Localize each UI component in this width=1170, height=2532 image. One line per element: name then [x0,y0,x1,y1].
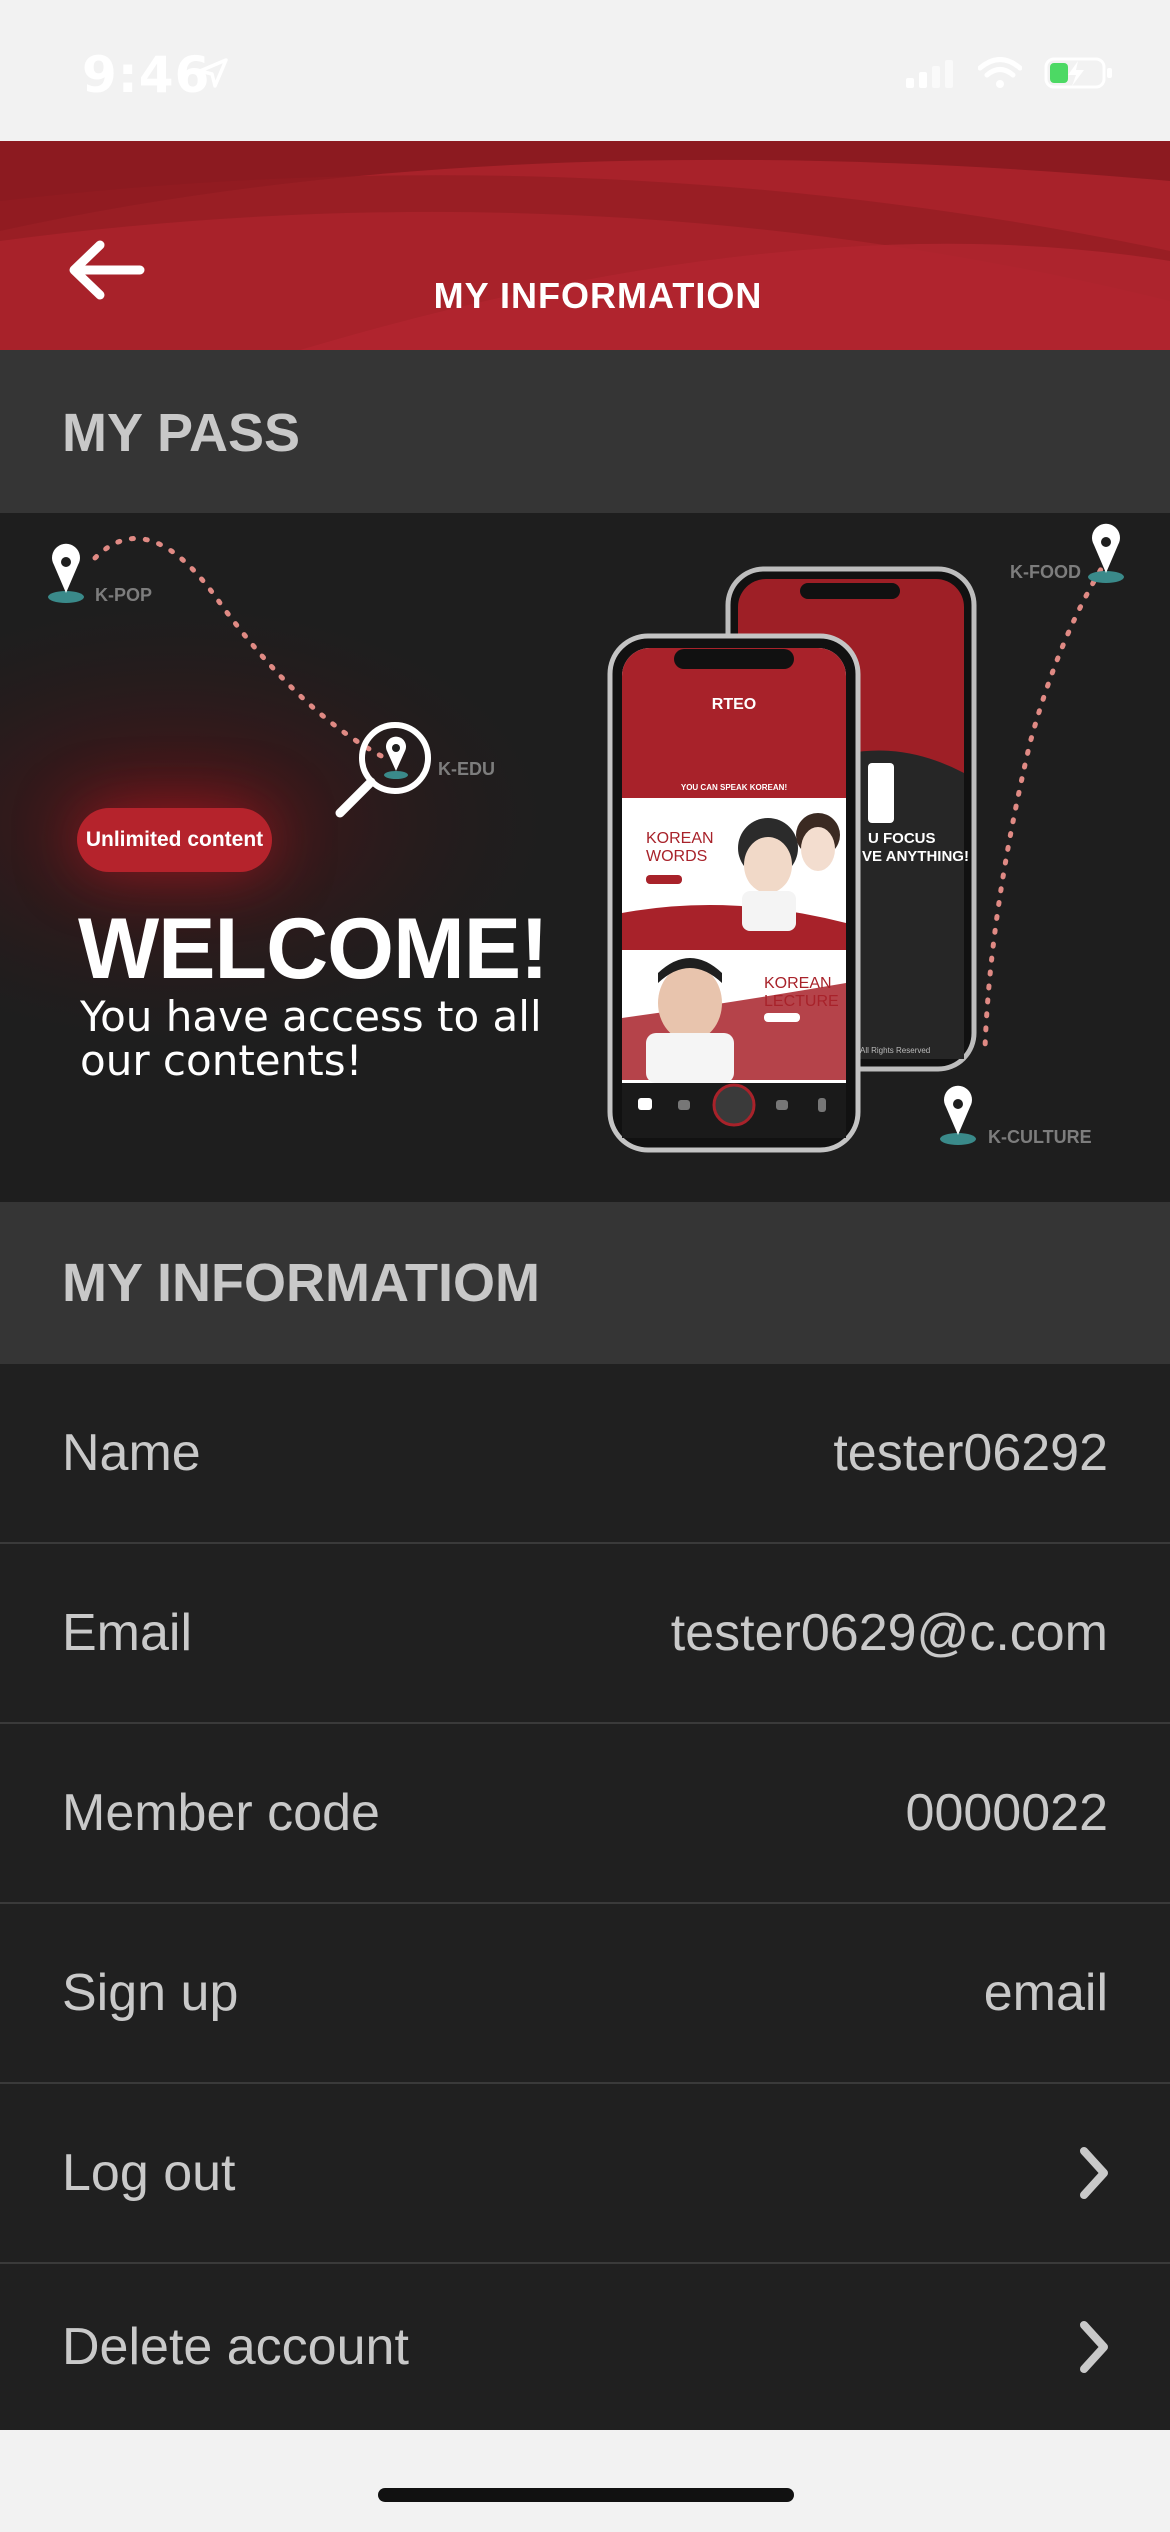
location-arrow-icon [198,58,228,88]
page-title: MY INFORMATION [433,275,763,316]
cellular-signal-icon [906,60,953,88]
email-label: Email [62,1604,193,1662]
delete-account-label: Delete account [62,2318,409,2376]
logout-row[interactable]: Log out [0,2084,1170,2264]
svg-text:KOREAN: KOREAN [646,830,714,847]
signup-row: Sign up email [0,1904,1170,2084]
signup-value: email [983,1964,1108,2022]
chevron-right-icon [1080,2321,1108,2373]
kedu-label: K-EDU [438,759,495,779]
app-header: MY INFORMATION [0,141,1170,350]
status-bar: 9:46 [0,0,1170,141]
svg-text:All Rights Reserved: All Rights Reserved [860,1046,930,1055]
member-code-row: Member code 0000022 [0,1724,1170,1904]
svg-text:VE ANYTHING!: VE ANYTHING! [862,848,969,865]
email-row: Email tester0629@c.com [0,1544,1170,1724]
status-time: 9:46 [82,46,211,104]
member-code-label: Member code [62,1784,380,1842]
kculture-label: K-CULTURE [988,1127,1092,1147]
info-list: Name tester06292 Email tester0629@c.com … [0,1364,1170,2430]
wifi-icon [978,57,1022,88]
chevron-right-icon [1080,2147,1108,2199]
name-label: Name [62,1424,201,1482]
email-value: tester0629@c.com [670,1604,1108,1662]
home-indicator[interactable] [378,2488,794,2502]
svg-text:KOREAN: KOREAN [764,975,832,992]
my-pass-title: MY PASS [62,403,301,463]
phone-front-illustration: RTEO YOU CAN SPEAK KOREAN! KOREAN WORDS … [607,633,861,1153]
my-pass-section-header: MY PASS [0,350,1170,513]
my-information-title: MY INFORMATIOM [62,1253,540,1313]
svg-text:LECTURE: LECTURE [764,993,839,1010]
svg-text:WORDS: WORDS [646,848,707,865]
welcome-heading: WELCOME! [78,901,549,997]
svg-text:U FOCUS: U FOCUS [868,830,936,847]
kfood-label: K-FOOD [1010,562,1081,582]
name-value: tester06292 [833,1424,1108,1482]
unlimited-content-badge: Unlimited content [77,808,272,872]
kpop-label: K-POP [95,585,153,605]
member-code-value: 0000022 [905,1784,1108,1842]
signup-label: Sign up [62,1964,239,2022]
delete-account-row[interactable]: Delete account [0,2264,1170,2430]
header-wave-decoration [0,141,1170,350]
welcome-subtitle: You have access to all our contents! [80,992,542,1085]
logout-label: Log out [62,2144,236,2202]
battery-charging-icon [1044,57,1112,89]
name-row: Name tester06292 [0,1364,1170,1544]
svg-text:YOU CAN SPEAK KOREAN!: YOU CAN SPEAK KOREAN! [681,783,787,792]
my-information-section-header: MY INFORMATIOM [0,1202,1170,1364]
svg-text:RTEO: RTEO [712,696,756,713]
